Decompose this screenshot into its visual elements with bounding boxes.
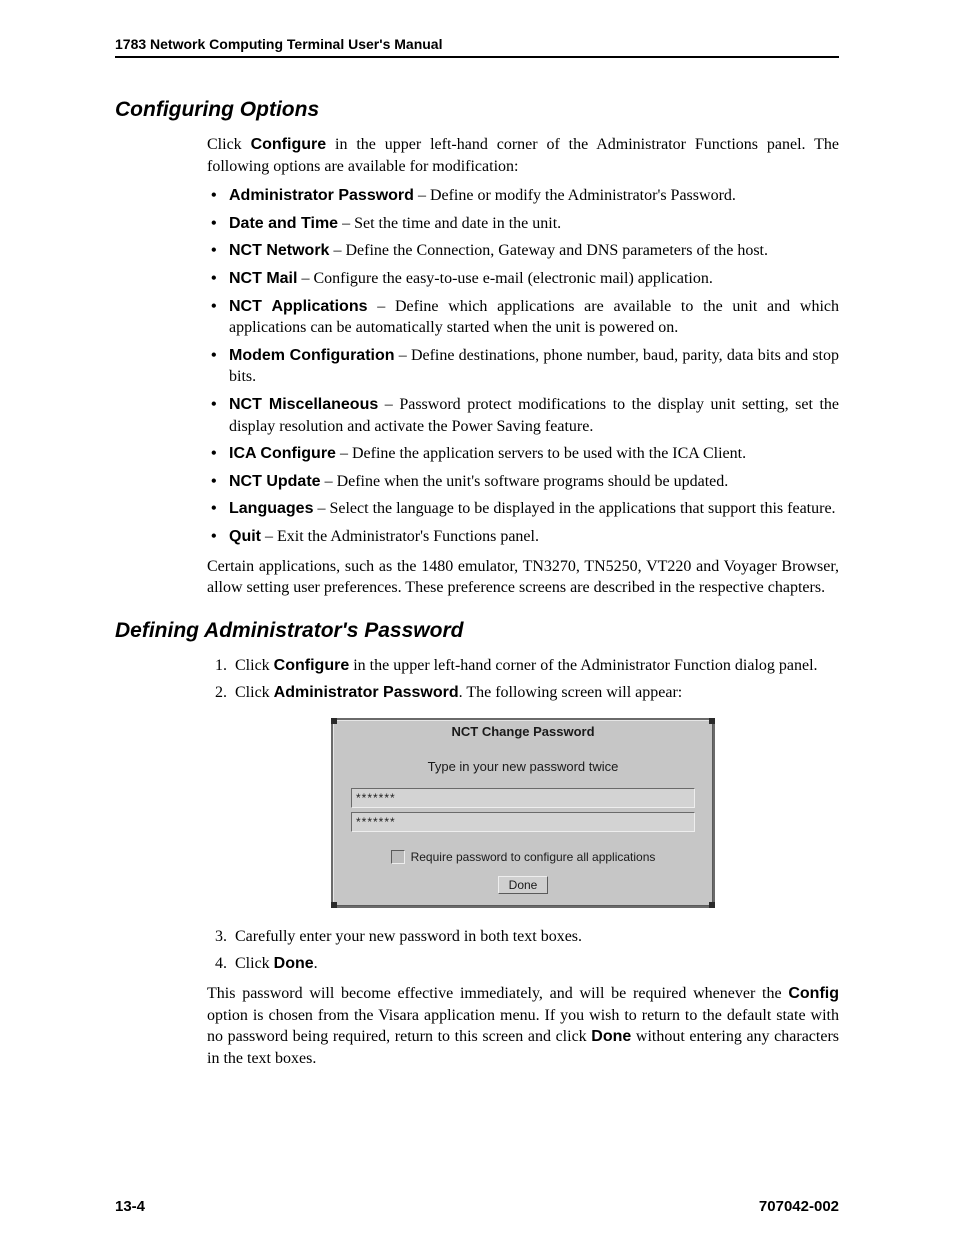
term: Quit — [229, 528, 261, 545]
password-input-2[interactable]: ******* — [351, 812, 695, 832]
term: ICA Configure — [229, 445, 336, 462]
step-1: Click Configure in the upper left-hand c… — [231, 655, 839, 677]
desc: – Define or modify the Administrator's P… — [414, 187, 736, 204]
steps-list-cont: Carefully enter your new password in bot… — [207, 926, 839, 975]
done-term: Done — [591, 1028, 631, 1045]
options-list: Administrator Password – Define or modif… — [207, 185, 839, 547]
dialog-corner-icon — [331, 718, 337, 724]
text: . The following screen will appear: — [459, 684, 683, 701]
password-input-1[interactable]: ******* — [351, 788, 695, 808]
page-number: 13-4 — [115, 1198, 145, 1215]
term: Modem Configuration — [229, 347, 395, 364]
document-number: 707042-002 — [759, 1198, 839, 1215]
text: in the upper left-hand corner of the Adm… — [349, 657, 817, 674]
configure-term: Configure — [274, 657, 350, 674]
steps-list: Click Configure in the upper left-hand c… — [207, 655, 839, 704]
term: Administrator Password — [229, 187, 414, 204]
dialog-corner-icon — [709, 718, 715, 724]
term: NCT Network — [229, 242, 329, 259]
text: . — [314, 955, 318, 972]
text: Click — [207, 136, 251, 153]
page-header: 1783 Network Computing Terminal User's M… — [115, 36, 839, 58]
text: This password will become effective imme… — [207, 985, 788, 1002]
step-3: Carefully enter your new password in bot… — [231, 926, 839, 948]
section-defining-password-heading: Defining Administrator's Password — [115, 619, 839, 643]
list-item: ICA Configure – Define the application s… — [207, 443, 839, 465]
list-item: NCT Miscellaneous – Password protect mod… — [207, 394, 839, 437]
dialog-corner-icon — [331, 902, 337, 908]
text: Click — [235, 684, 274, 701]
term: NCT Applications — [229, 298, 368, 315]
list-item: Languages – Select the language to be di… — [207, 498, 839, 520]
desc: – Configure the easy-to-use e-mail (elec… — [297, 270, 712, 287]
list-item: NCT Update – Define when the unit's soft… — [207, 471, 839, 493]
configure-term: Configure — [251, 136, 327, 153]
list-item: Quit – Exit the Administrator's Function… — [207, 526, 839, 548]
list-item: NCT Applications – Define which applicat… — [207, 296, 839, 339]
term: NCT Update — [229, 473, 321, 490]
term: Languages — [229, 500, 313, 517]
desc: – Define the Connection, Gateway and DNS… — [329, 242, 768, 259]
step-4: Click Done. — [231, 953, 839, 975]
desc: – Exit the Administrator's Functions pan… — [261, 528, 539, 545]
change-password-dialog: NCT Change Password Type in your new pas… — [331, 718, 715, 908]
list-item: NCT Mail – Configure the easy-to-use e-m… — [207, 268, 839, 290]
list-item: Administrator Password – Define or modif… — [207, 185, 839, 207]
admin-password-term: Administrator Password — [274, 684, 459, 701]
list-item: Date and Time – Set the time and date in… — [207, 213, 839, 235]
closing-paragraph: This password will become effective imme… — [207, 983, 839, 1069]
term: NCT Miscellaneous — [229, 396, 378, 413]
text: Click — [235, 657, 274, 674]
dialog-title: NCT Change Password — [333, 720, 713, 745]
list-item: NCT Network – Define the Connection, Gat… — [207, 240, 839, 262]
term: Date and Time — [229, 215, 338, 232]
desc: – Define when the unit's software progra… — [321, 473, 729, 490]
text: Click — [235, 955, 274, 972]
outro-paragraph: Certain applications, such as the 1480 e… — [207, 556, 839, 599]
dialog-instruction: Type in your new password twice — [333, 745, 713, 784]
list-item: Modem Configuration – Define destination… — [207, 345, 839, 388]
done-button[interactable]: Done — [498, 876, 549, 894]
section-configuring-options-heading: Configuring Options — [115, 98, 839, 122]
desc: – Set the time and date in the unit. — [338, 215, 561, 232]
done-term: Done — [274, 955, 314, 972]
term: NCT Mail — [229, 270, 297, 287]
require-password-checkbox[interactable] — [391, 850, 405, 864]
checkbox-label: Require password to configure all applic… — [411, 850, 656, 864]
step-2: Click Administrator Password. The follow… — [231, 682, 839, 704]
config-term: Config — [788, 985, 839, 1002]
dialog-corner-icon — [709, 902, 715, 908]
desc: – Select the language to be displayed in… — [313, 500, 835, 517]
intro-paragraph: Click Configure in the upper left-hand c… — [207, 134, 839, 177]
desc: – Define the application servers to be u… — [336, 445, 746, 462]
